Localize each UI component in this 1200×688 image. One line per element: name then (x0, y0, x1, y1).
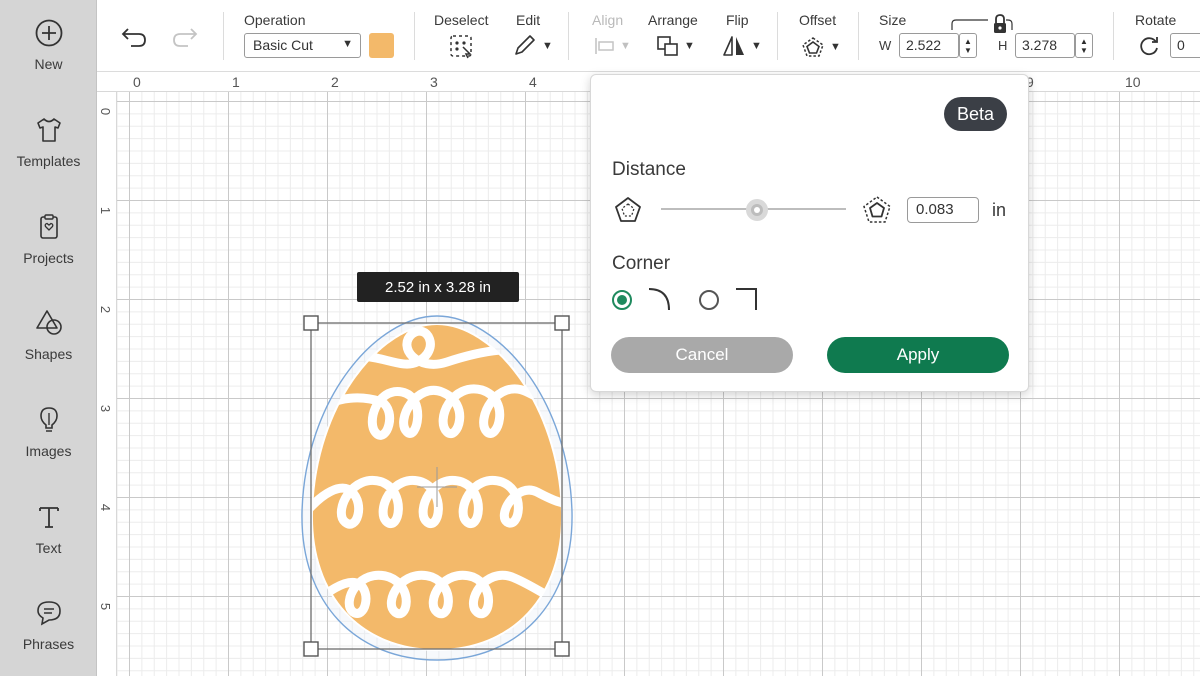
corner-rounded-radio[interactable] (612, 290, 632, 310)
left-sidebar: New Templates Projects Shapes Images Tex… (0, 0, 97, 676)
resize-handle-top-left[interactable] (303, 315, 319, 331)
chat-bubble-icon (36, 601, 61, 626)
width-stepper[interactable]: ▲ ▼ (959, 33, 977, 58)
redo-button[interactable] (170, 26, 200, 50)
operation-color-swatch[interactable] (369, 33, 394, 58)
rounded-corner-icon (648, 288, 670, 311)
caret-down-icon: ▼ (684, 40, 695, 52)
flip-button[interactable]: ▼ (721, 34, 762, 58)
selection-size-tooltip: 2.52 in x 3.28 in (357, 272, 519, 302)
deselect-label: Deselect (434, 12, 489, 28)
align-icon (595, 38, 614, 54)
undo-button[interactable] (119, 26, 149, 50)
sidebar-item-label: Text (35, 540, 62, 556)
resize-handle-bottom-left[interactable] (303, 641, 319, 657)
distance-input[interactable]: 0.083 (907, 197, 979, 223)
text-icon (38, 507, 59, 528)
offset-label: Offset (799, 12, 837, 28)
divider (414, 12, 415, 60)
rotate-button[interactable] (1137, 34, 1161, 58)
sidebar-item-new[interactable]: New (0, 18, 97, 108)
sidebar-item-label: New (34, 56, 63, 72)
plus-circle-icon (35, 19, 62, 47)
sidebar-item-label: Projects (23, 250, 74, 266)
deselect-button[interactable] (448, 33, 476, 59)
divider (1113, 12, 1114, 60)
caret-down-icon: ▼ (342, 38, 353, 50)
resize-handle-top-right[interactable] (554, 315, 570, 331)
operation-select[interactable]: Basic Cut ▼ (244, 33, 361, 58)
lock-bracket (951, 19, 1013, 30)
redo-icon (173, 28, 198, 47)
lightbulb-icon (39, 407, 58, 432)
sidebar-item-images[interactable]: Images (0, 405, 97, 495)
stepper-down-icon: ▼ (964, 45, 972, 55)
height-input[interactable]: 3.278 (1015, 33, 1075, 58)
shapes-icon (35, 310, 62, 335)
rotate-input[interactable]: 0 (1170, 33, 1200, 58)
arrange-label: Arrange (648, 12, 698, 28)
pencil-icon (515, 35, 535, 55)
caret-down-icon: ▼ (620, 40, 631, 52)
corner-label: Corner (612, 253, 671, 274)
rotate-label: Rotate (1135, 12, 1177, 28)
divider (858, 12, 859, 60)
sidebar-item-shapes[interactable]: Shapes (0, 308, 97, 398)
deselect-icon (450, 35, 472, 59)
sidebar-item-label: Templates (16, 153, 81, 169)
divider (777, 12, 778, 60)
undo-icon (121, 28, 146, 47)
flip-icon (723, 36, 744, 56)
operation-label: Operation (244, 12, 306, 28)
align-button[interactable]: ▼ (594, 36, 631, 56)
divider (568, 12, 569, 60)
square-corner-icon (736, 288, 757, 310)
caret-down-icon: ▼ (830, 41, 841, 53)
stepper-down-icon: ▼ (1080, 45, 1088, 55)
edit-label: Edit (516, 12, 541, 28)
corner-square-radio[interactable] (699, 290, 719, 310)
width-prefix: W (879, 38, 892, 53)
offset-button[interactable]: ▼ (800, 35, 841, 59)
distance-label: Distance (612, 159, 686, 180)
size-label: Size (879, 12, 907, 28)
sidebar-item-text[interactable]: Text (0, 502, 97, 592)
sidebar-item-projects[interactable]: Projects (0, 212, 97, 302)
width-input[interactable]: 2.522 (899, 33, 959, 58)
sidebar-item-label: Phrases (22, 636, 75, 652)
caret-down-icon: ▼ (751, 40, 762, 52)
sidebar-item-label: Images (25, 443, 72, 459)
cancel-button[interactable]: Cancel (611, 337, 793, 373)
height-stepper[interactable]: ▲ ▼ (1075, 33, 1093, 58)
stepper-up-icon: ▲ (964, 36, 972, 46)
sidebar-item-phrases[interactable]: Phrases (0, 598, 97, 688)
offset-min-icon (615, 197, 641, 222)
edit-button[interactable]: ▼ (512, 34, 553, 58)
offset-max-icon (863, 196, 891, 223)
align-label: Align (592, 12, 624, 28)
arrange-icon (657, 36, 678, 56)
stepper-up-icon: ▲ (1080, 36, 1088, 46)
top-toolbar: Operation Basic Cut ▼ Deselect Edit ▼ Al… (97, 0, 1200, 72)
beta-badge: Beta (943, 97, 1007, 131)
tshirt-icon (36, 118, 61, 142)
distance-unit: in (992, 200, 1007, 220)
caret-down-icon: ▼ (542, 40, 553, 52)
flip-label: Flip (726, 12, 749, 28)
distance-slider-thumb[interactable] (746, 199, 768, 221)
apply-button[interactable]: Apply (827, 337, 1009, 373)
divider (223, 12, 224, 60)
projects-clipboard-icon (39, 214, 58, 239)
rotate-icon (1140, 37, 1158, 56)
offset-panel: Beta Distance 0.083 in Corner Cancel App… (590, 74, 1029, 392)
sidebar-item-templates[interactable]: Templates (0, 115, 97, 205)
resize-handle-bottom-right[interactable] (554, 641, 570, 657)
height-prefix: H (998, 38, 1008, 53)
sidebar-item-label: Shapes (24, 346, 73, 362)
offset-pentagon-icon (802, 37, 824, 57)
operation-value: Basic Cut (253, 37, 313, 53)
arrange-button[interactable]: ▼ (656, 35, 695, 57)
